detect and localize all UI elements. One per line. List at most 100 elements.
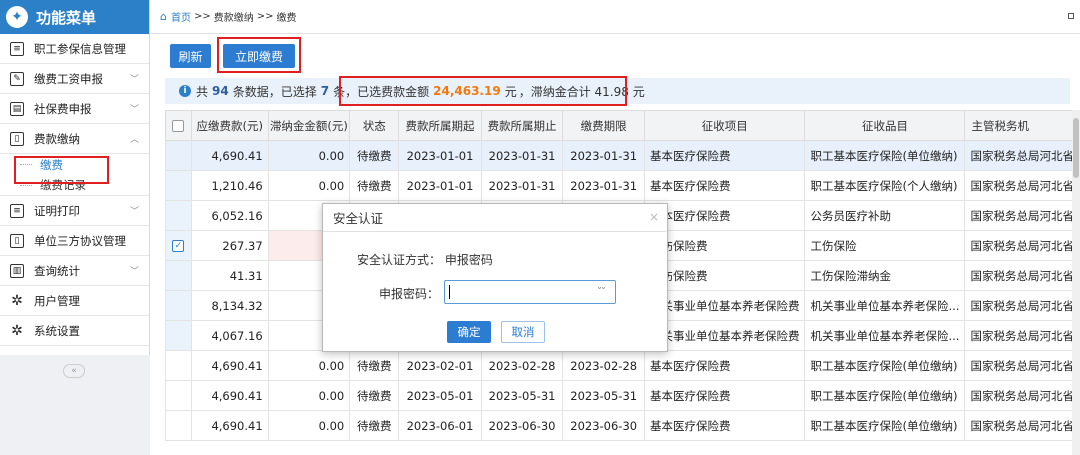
table-cell: 0.00	[267, 350, 351, 381]
home-icon: ⌂	[160, 10, 167, 23]
menu-item-certificate-print[interactable]: ≡ 证明打印 ﹀	[0, 196, 149, 226]
menu-item-user-management[interactable]: ✲ 用户管理	[0, 286, 149, 316]
row-select-cell[interactable]	[165, 200, 192, 231]
table-cell: 8,134.32	[190, 290, 269, 321]
menu-item-fee-payment[interactable]: ▯ 费款缴纳 ︿	[0, 124, 149, 154]
table-cell: 基本医疗保险费	[643, 170, 806, 201]
card-icon: ▯	[10, 233, 24, 248]
table-cell: 机关事业单位基本养老保险费	[643, 290, 806, 321]
row-checkbox-checked[interactable]: ✓	[172, 240, 185, 252]
row-select-cell[interactable]	[165, 320, 192, 351]
confirm-button[interactable]: 确定	[447, 321, 491, 343]
refresh-button[interactable]: 刷新	[170, 44, 211, 68]
table-cell: 2023-02-28	[480, 350, 564, 381]
table-cell: 2023-02-28	[562, 350, 645, 381]
table-cell: 2023-06-30	[480, 410, 564, 441]
column-header[interactable]: 费款所属期止	[480, 110, 564, 141]
table-cell: 2023-01-31	[480, 170, 564, 201]
column-header[interactable]: 滞纳金金额(元)	[267, 110, 351, 141]
sidebar-title: 功能菜单	[36, 8, 97, 27]
selected-count: 7	[320, 84, 330, 98]
vertical-scrollbar[interactable]	[1072, 110, 1080, 455]
sidebar: ✦ 功能菜单 ≡ 职工参保信息管理 ✎ 缴费工资申报 ﹀ ▤ 社保费申报 ﹀ ▯…	[0, 0, 150, 455]
list-icon: ≡	[10, 203, 24, 218]
maximize-icon[interactable]	[1068, 13, 1074, 19]
menu-item-employee-insurance[interactable]: ≡ 职工参保信息管理	[0, 34, 149, 64]
table-cell: 2023-06-01	[398, 410, 482, 441]
table-cell: 4,690.41	[190, 350, 269, 381]
row-select-cell[interactable]: ✓	[165, 230, 192, 261]
table-cell: 职工基本医疗保险(单位缴纳)	[804, 380, 966, 411]
table-cell: 1,210.46	[190, 170, 269, 201]
select-all-checkbox[interactable]	[172, 120, 185, 132]
breadcrumb-separator: >>	[193, 11, 211, 22]
menu-item-social-fee-declare[interactable]: ▤ 社保费申报 ﹀	[0, 94, 149, 124]
breadcrumb-home-link[interactable]: 首页	[171, 9, 191, 24]
table-cell: 6,052.16	[190, 200, 269, 231]
menu-item-wage-declare[interactable]: ✎ 缴费工资申报 ﹀	[0, 64, 149, 94]
row-select-cell[interactable]	[165, 350, 192, 381]
table-row[interactable]: 4,690.41 0.00 待缴费 2023-01-01 2023-01-31 2023-…	[165, 140, 1080, 171]
column-header[interactable]: 状态	[349, 110, 400, 141]
table-row[interactable]: 1,210.46 0.00 待缴费 2023-01-01 2023-01-31 2023-…	[165, 170, 1080, 201]
table-cell: 2023-01-31	[562, 140, 645, 171]
table-cell: 国家税务总局河北省	[964, 200, 1080, 231]
table-cell: 待缴费	[349, 170, 400, 201]
menu-label: 社保费申报	[34, 101, 92, 116]
table-cell: 国家税务总局河北省	[964, 170, 1080, 201]
table-cell: 国家税务总局河北省	[964, 320, 1080, 351]
menu-label: 职工参保信息管理	[34, 41, 126, 56]
menu-item-query-stats[interactable]: ▥ 查询统计 ﹀	[0, 256, 149, 286]
total-count: 94	[212, 84, 229, 98]
table-cell: 2023-01-31	[480, 140, 564, 171]
column-header[interactable]: 主管税务机	[964, 110, 1080, 141]
summary-text: 共	[196, 84, 209, 99]
password-input[interactable]: ˘˘	[444, 280, 616, 304]
cancel-button[interactable]: 取消	[501, 321, 545, 343]
collapse-sidebar-button[interactable]: «	[63, 364, 85, 378]
menu-logo-icon: ✦	[6, 6, 28, 28]
row-select-cell[interactable]	[165, 380, 192, 411]
row-select-cell[interactable]	[165, 140, 192, 171]
chevron-down-icon: ﹀	[129, 267, 139, 277]
scrollbar-thumb[interactable]	[1073, 118, 1079, 178]
sidebar-header: ✦ 功能菜单	[0, 0, 149, 34]
column-header[interactable]: 征收项目	[643, 110, 806, 141]
table-row[interactable]: 4,690.41 0.00 待缴费 2023-06-01 2023-06-30 2023-…	[165, 410, 1080, 441]
row-select-cell[interactable]	[165, 290, 192, 321]
close-icon[interactable]: ×	[649, 210, 659, 224]
column-header[interactable]: 缴费期限	[562, 110, 645, 141]
table-cell: 国家税务总局河北省	[964, 290, 1080, 321]
highlight-box-pay-menu	[14, 156, 109, 184]
eye-closed-icon[interactable]: ˘˘	[597, 287, 606, 298]
column-header[interactable]: 征收品目	[804, 110, 966, 141]
edit-icon: ✎	[10, 71, 24, 86]
table-row[interactable]: 4,690.41 0.00 待缴费 2023-02-01 2023-02-28 2023-…	[165, 350, 1080, 381]
gear-icon: ✲	[11, 292, 23, 309]
table-cell: 工伤保险费	[643, 260, 806, 291]
table-cell: 待缴费	[349, 350, 400, 381]
table-cell: 基本医疗保险费	[643, 350, 806, 381]
table-cell: 2023-05-01	[398, 380, 482, 411]
column-header[interactable]: 应缴费款(元)	[190, 110, 269, 141]
table-cell: 待缴费	[349, 410, 400, 441]
row-select-cell[interactable]	[165, 410, 192, 441]
select-all-header[interactable]	[165, 110, 192, 141]
menu-item-system-settings[interactable]: ✲ 系统设置	[0, 316, 149, 346]
menu-item-tripartite-agreement[interactable]: ▯ 单位三方协议管理	[0, 226, 149, 256]
chevron-down-icon: ﹀	[129, 207, 139, 217]
highlight-box-pay-button	[217, 37, 301, 73]
table-cell: 工伤保险	[804, 230, 966, 261]
table-cell: 待缴费	[349, 140, 400, 171]
row-select-cell[interactable]	[165, 170, 192, 201]
table-cell: 4,690.41	[190, 380, 269, 411]
breadcrumb-separator: >>	[256, 11, 274, 22]
info-icon: i	[179, 85, 191, 97]
table-cell: 工伤保险滞纳金	[804, 260, 966, 291]
breadcrumb: ⌂ 首页 >> 费款缴纳 >> 缴费	[150, 0, 1080, 34]
table-row[interactable]: 4,690.41 0.00 待缴费 2023-05-01 2023-05-31 2023-…	[165, 380, 1080, 411]
row-select-cell[interactable]	[165, 260, 192, 291]
card-icon: ▯	[10, 131, 24, 146]
auth-method-value: 申报密码	[444, 253, 493, 267]
column-header[interactable]: 费款所属期起	[398, 110, 482, 141]
